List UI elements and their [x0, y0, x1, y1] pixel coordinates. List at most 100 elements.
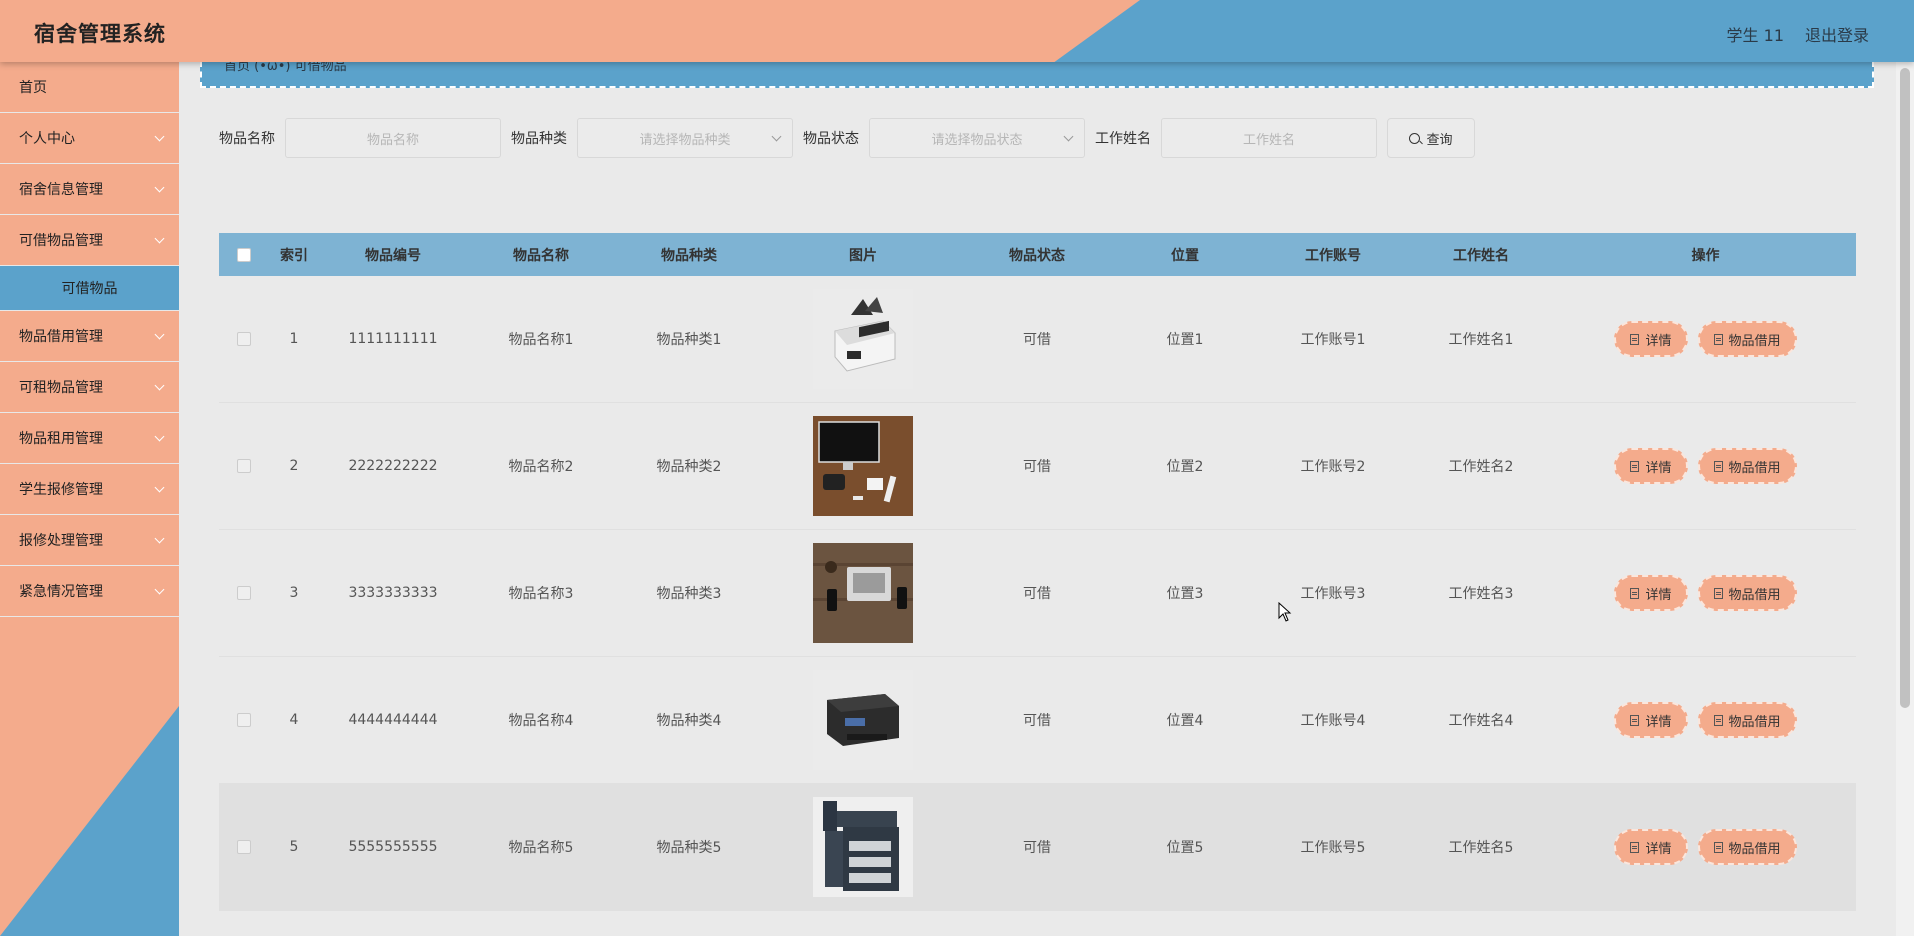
sidebar-blue-triangle	[0, 706, 179, 936]
item-image-money-counter	[813, 289, 913, 389]
column-header: 索引	[280, 247, 308, 264]
column-header: 物品状态	[1009, 247, 1065, 264]
sidebar-item-label: 可借物品管理	[19, 233, 103, 249]
select-all-checkbox[interactable]	[237, 247, 251, 262]
row-worker: 工作姓名2	[1448, 459, 1514, 475]
borrow-button[interactable]: 物品借用	[1697, 448, 1797, 484]
row-status: 可借	[1023, 459, 1051, 475]
chevron-down-icon	[1063, 131, 1074, 142]
column-header: 物品编号	[365, 247, 421, 264]
row-type: 物品种类2	[656, 459, 722, 475]
top-header: 宿舍管理系统 学生 11 退出登录	[0, 0, 1914, 62]
row-checkbox[interactable]	[237, 459, 251, 473]
row-name: 物品名称4	[508, 713, 574, 729]
row-type: 物品种类1	[656, 332, 722, 348]
chevron-down-icon	[154, 431, 165, 441]
item-name-input[interactable]: 物品名称	[285, 118, 501, 158]
item-image-laptop-desk	[813, 543, 913, 643]
detail-button[interactable]: 详情	[1614, 702, 1688, 738]
borrow-button[interactable]: 物品借用	[1697, 575, 1797, 611]
borrow-button-label: 物品借用	[1728, 841, 1781, 857]
scrollbar-thumb[interactable]	[1900, 68, 1910, 708]
row-code: 5555555555	[348, 839, 438, 855]
row-checkbox[interactable]	[237, 332, 251, 346]
sidebar-item-repair-handling[interactable]: 报修处理管理	[0, 515, 179, 566]
row-position: 位置4	[1166, 713, 1204, 729]
row-index: 4	[289, 712, 299, 728]
row-code: 2222222222	[348, 458, 438, 474]
query-button[interactable]: 查询	[1387, 118, 1475, 158]
sidebar-item-personal-center[interactable]: 个人中心	[0, 113, 179, 164]
sidebar-item-item-borrow[interactable]: 物品借用管理	[0, 311, 179, 362]
logout-link[interactable]: 退出登录	[1805, 22, 1869, 46]
row-account: 工作账号1	[1300, 332, 1366, 348]
row-position: 位置1	[1166, 332, 1204, 348]
chevron-down-icon	[154, 380, 165, 390]
table-header: 索引 物品编号 物品名称 物品种类 图片 物品状态 位置 工作账号 工作姓名 操…	[219, 233, 1856, 276]
row-type: 物品种类4	[656, 713, 722, 729]
detail-button[interactable]: 详情	[1614, 448, 1688, 484]
column-header: 物品名称	[513, 247, 569, 264]
sidebar-item-home[interactable]: 首页	[0, 62, 179, 113]
borrow-button[interactable]: 物品借用	[1697, 702, 1797, 738]
document-icon	[1713, 714, 1723, 726]
worker-name-placeholder: 工作姓名	[1242, 132, 1295, 148]
sidebar-item-label: 紧急情况管理	[19, 584, 103, 600]
row-position: 位置2	[1166, 459, 1204, 475]
chevron-down-icon	[154, 329, 165, 339]
chevron-down-icon	[154, 182, 165, 192]
borrow-button-label: 物品借用	[1728, 333, 1781, 349]
document-icon	[1630, 841, 1640, 853]
row-type: 物品种类5	[656, 840, 722, 856]
row-position: 位置3	[1166, 586, 1204, 602]
worker-name-input[interactable]: 工作姓名	[1161, 118, 1377, 158]
detail-button[interactable]: 详情	[1614, 829, 1688, 865]
detail-button[interactable]: 详情	[1614, 575, 1688, 611]
row-code: 4444444444	[348, 712, 438, 728]
borrow-button-label: 物品借用	[1728, 714, 1781, 730]
row-account: 工作账号4	[1300, 713, 1366, 729]
row-worker: 工作姓名5	[1448, 840, 1514, 856]
column-header: 位置	[1171, 247, 1199, 264]
row-name: 物品名称5	[508, 840, 574, 856]
row-name: 物品名称1	[508, 332, 574, 348]
detail-button[interactable]: 详情	[1614, 321, 1688, 357]
borrow-button[interactable]: 物品借用	[1697, 829, 1797, 865]
table-row: 2 2222222222 物品名称2 物品种类2 可借 位置2 工作账号2 工作…	[219, 403, 1856, 530]
chevron-down-icon	[154, 584, 165, 594]
item-name-placeholder: 物品名称	[366, 132, 419, 148]
row-code: 1111111111	[348, 331, 438, 347]
column-header: 图片	[849, 247, 877, 264]
row-checkbox[interactable]	[237, 840, 251, 854]
items-table: 索引 物品编号 物品名称 物品种类 图片 物品状态 位置 工作账号 工作姓名 操…	[219, 233, 1856, 911]
row-checkbox[interactable]	[237, 713, 251, 727]
query-button-label: 查询	[1426, 132, 1453, 148]
row-index: 1	[289, 331, 299, 347]
sidebar-item-label: 报修处理管理	[19, 533, 103, 549]
borrow-button-label: 物品借用	[1728, 460, 1781, 476]
header-orange-panel	[0, 0, 1140, 62]
borrow-button-label: 物品借用	[1728, 587, 1781, 603]
row-name: 物品名称2	[508, 459, 574, 475]
column-header: 工作姓名	[1453, 247, 1509, 264]
sidebar-item-label: 个人中心	[19, 131, 75, 147]
sidebar-item-dorm-info[interactable]: 宿舍信息管理	[0, 164, 179, 215]
item-type-select[interactable]: 请选择物品种类	[577, 118, 793, 158]
sidebar-item-rentable-items[interactable]: 可租物品管理	[0, 362, 179, 413]
current-user-label: 学生 11	[1726, 26, 1784, 45]
chevron-down-icon	[154, 533, 165, 543]
item-status-select[interactable]: 请选择物品状态	[869, 118, 1085, 158]
page-scrollbar[interactable]	[1896, 62, 1914, 936]
row-type: 物品种类3	[656, 586, 722, 602]
sidebar-subitem-borrowable[interactable]: 可借物品	[0, 266, 179, 311]
document-icon	[1713, 333, 1723, 345]
borrow-button[interactable]: 物品借用	[1697, 321, 1797, 357]
sidebar-item-item-rent[interactable]: 物品租用管理	[0, 413, 179, 464]
sidebar-item-emergency[interactable]: 紧急情况管理	[0, 566, 179, 617]
row-status: 可借	[1023, 332, 1051, 348]
row-checkbox[interactable]	[237, 586, 251, 600]
sidebar-item-label: 宿舍信息管理	[19, 182, 103, 198]
sidebar-item-student-repair[interactable]: 学生报修管理	[0, 464, 179, 515]
sidebar-item-borrowable-items[interactable]: 可借物品管理	[0, 215, 179, 266]
table-row: 1 1111111111 物品名称1 物品种类1 可借 位置1 工作账号1 工作…	[219, 276, 1856, 403]
